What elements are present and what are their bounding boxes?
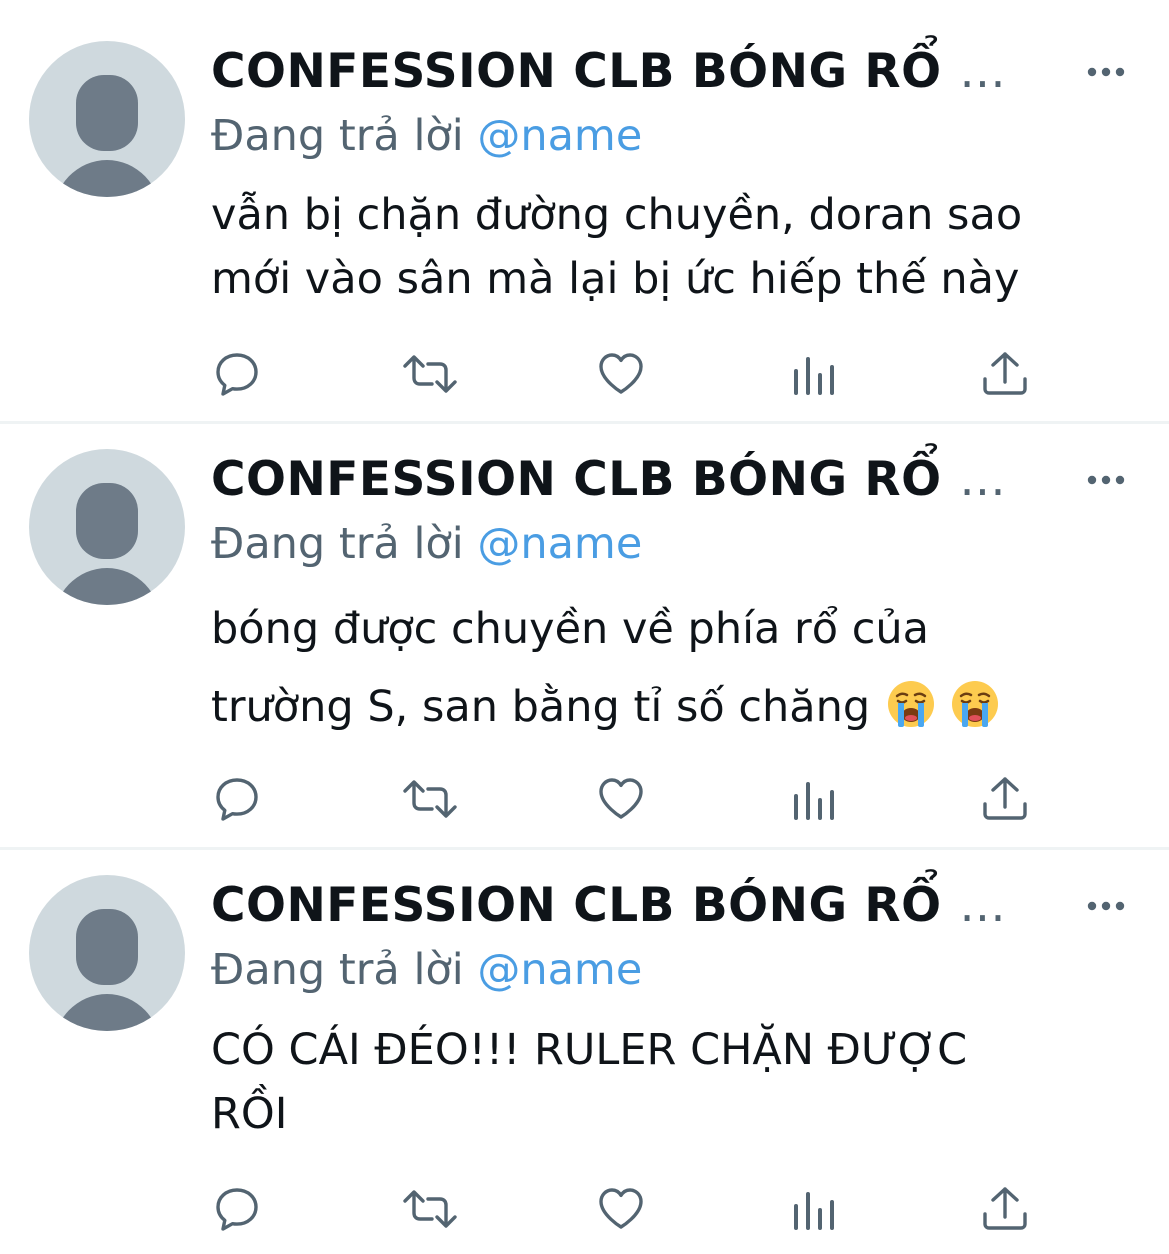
author-ellipsis: ... — [959, 44, 1006, 99]
reply-prefix: Đang trả lời — [211, 519, 464, 569]
reply-prefix: Đang trả lời — [211, 945, 464, 995]
author-ellipsis: ... — [959, 452, 1006, 507]
tweet-text-content: bóng được chuyền về phía rổ của trường S… — [211, 604, 929, 732]
action-bar — [0, 1184, 1169, 1234]
action-bar — [0, 349, 1169, 399]
like-icon[interactable] — [596, 349, 646, 399]
loudly-crying-face-icon — [886, 676, 936, 727]
tweet-author[interactable]: CONFESSION CLB BÓNG RỔ... — [211, 444, 1006, 516]
author-name[interactable]: CONFESSION CLB BÓNG RỔ — [211, 878, 942, 933]
more-options-icon[interactable] — [1084, 462, 1128, 498]
loudly-crying-face-icon — [950, 676, 1000, 727]
share-icon[interactable] — [980, 774, 1030, 824]
reply-handle-link[interactable]: @name — [477, 945, 642, 995]
default-avatar-icon — [56, 909, 158, 1031]
tweet[interactable]: CONFESSION CLB BÓNG RỔ... Đang trả lời @… — [0, 0, 1169, 422]
tweet-text: CÓ CÁI ĐÉO!!! RULER CHẶN ĐƯỢC RỒI — [211, 1025, 968, 1139]
reply-icon[interactable] — [212, 349, 262, 399]
avatar[interactable] — [29, 875, 185, 1031]
reply-handle-link[interactable]: @name — [477, 111, 642, 161]
views-icon[interactable] — [790, 349, 840, 399]
retweet-icon[interactable] — [402, 774, 457, 824]
like-icon[interactable] — [596, 774, 646, 824]
more-options-icon[interactable] — [1084, 888, 1128, 924]
avatar[interactable] — [29, 41, 185, 197]
reply-icon[interactable] — [212, 774, 262, 824]
views-icon[interactable] — [790, 774, 840, 824]
default-avatar-icon — [56, 483, 158, 605]
more-options-icon[interactable] — [1084, 54, 1128, 90]
default-avatar-icon — [56, 75, 158, 197]
share-icon[interactable] — [980, 1184, 1030, 1234]
replying-to: Đang trả lời @name — [211, 104, 642, 168]
like-icon[interactable] — [596, 1184, 646, 1234]
views-icon[interactable] — [790, 1184, 840, 1234]
tweet[interactable]: CONFESSION CLB BÓNG RỔ... Đang trả lời @… — [0, 834, 1169, 1254]
tweet[interactable]: CONFESSION CLB BÓNG RỔ... Đang trả lời @… — [0, 408, 1169, 848]
replying-to: Đang trả lời @name — [211, 938, 642, 1002]
reply-icon[interactable] — [212, 1184, 262, 1234]
avatar[interactable] — [29, 449, 185, 605]
reply-handle-link[interactable]: @name — [477, 519, 642, 569]
author-name[interactable]: CONFESSION CLB BÓNG RỔ — [211, 44, 942, 99]
author-ellipsis: ... — [959, 878, 1006, 933]
tweet-author[interactable]: CONFESSION CLB BÓNG RỔ... — [211, 36, 1006, 108]
replying-to: Đang trả lời @name — [211, 512, 642, 576]
retweet-icon[interactable] — [402, 349, 457, 399]
tweet-author[interactable]: CONFESSION CLB BÓNG RỔ... — [211, 870, 1006, 942]
tweet-text: vẫn bị chặn đường chuyền, doran sao mới … — [211, 190, 1023, 304]
share-icon[interactable] — [980, 349, 1030, 399]
author-name[interactable]: CONFESSION CLB BÓNG RỔ — [211, 452, 942, 507]
action-bar — [0, 774, 1169, 824]
retweet-icon[interactable] — [402, 1184, 457, 1234]
tweet-text: bóng được chuyền về phía rổ của trường S… — [211, 590, 1151, 746]
reply-prefix: Đang trả lời — [211, 111, 464, 161]
